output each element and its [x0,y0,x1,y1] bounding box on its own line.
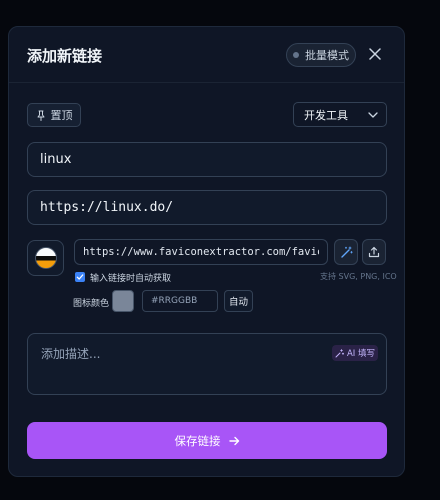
link-name-value: linux [40,152,72,167]
description-textarea[interactable]: 添加描述... AI 填写 [27,333,387,395]
chevron-down-icon [368,111,378,118]
modal-title: 添加新链接 [27,47,103,65]
icon-url-value: https://www.faviconextractor.com/favicon… [83,246,319,258]
batch-mode-toggle[interactable]: 批量模式 [286,43,356,67]
auto-fetch-checkbox[interactable] [75,272,85,282]
batch-mode-label: 批量模式 [305,49,349,62]
link-url-input[interactable]: https://linux.do/ [27,190,387,225]
link-url-value: https://linux.do/ [40,200,174,215]
link-name-input[interactable]: linux [27,142,387,177]
pin-icon [37,110,44,121]
header-divider [9,82,404,83]
upload-icon-button[interactable] [362,239,386,265]
close-button[interactable] [366,45,384,63]
magic-wand-icon [340,246,353,258]
favicon-preview [27,240,64,276]
arrow-right-icon [228,436,239,445]
auto-fetch-icon-button[interactable] [334,239,358,265]
supported-formats-hint: 支持 SVG, PNG, ICO [320,272,397,281]
icon-color-swatch[interactable] [112,290,134,312]
category-value: 开发工具 [304,108,348,122]
ai-fill-label: AI 填写 [346,349,376,359]
save-label: 保存链接 [174,433,221,448]
hex-placeholder: #RRGGBB [151,296,198,306]
check-icon [76,274,84,280]
pin-button[interactable]: 置顶 [27,103,81,127]
auto-color-button[interactable]: 自动 [224,290,253,312]
description-placeholder: 添加描述... [41,347,101,361]
icon-url-input[interactable]: https://www.faviconextractor.com/favicon… [74,239,328,265]
add-link-modal: 添加新链接 批量模式 置顶 开发工具 linux https://linux.d… [8,26,405,477]
upload-icon [368,246,380,258]
sparkle-icon [335,348,344,357]
toggle-dot-icon [293,52,299,58]
save-link-button[interactable]: 保存链接 [27,422,387,459]
icon-color-label: 图标颜色 [73,299,110,309]
auto-fetch-label: 输入链接时自动获取 [90,274,172,284]
category-select[interactable]: 开发工具 [293,102,387,127]
hex-color-input[interactable]: #RRGGBB [142,290,218,312]
ai-fill-button[interactable]: AI 填写 [332,345,378,361]
pin-label: 置顶 [50,109,73,122]
favicon-image [34,247,57,269]
close-icon [369,48,381,60]
